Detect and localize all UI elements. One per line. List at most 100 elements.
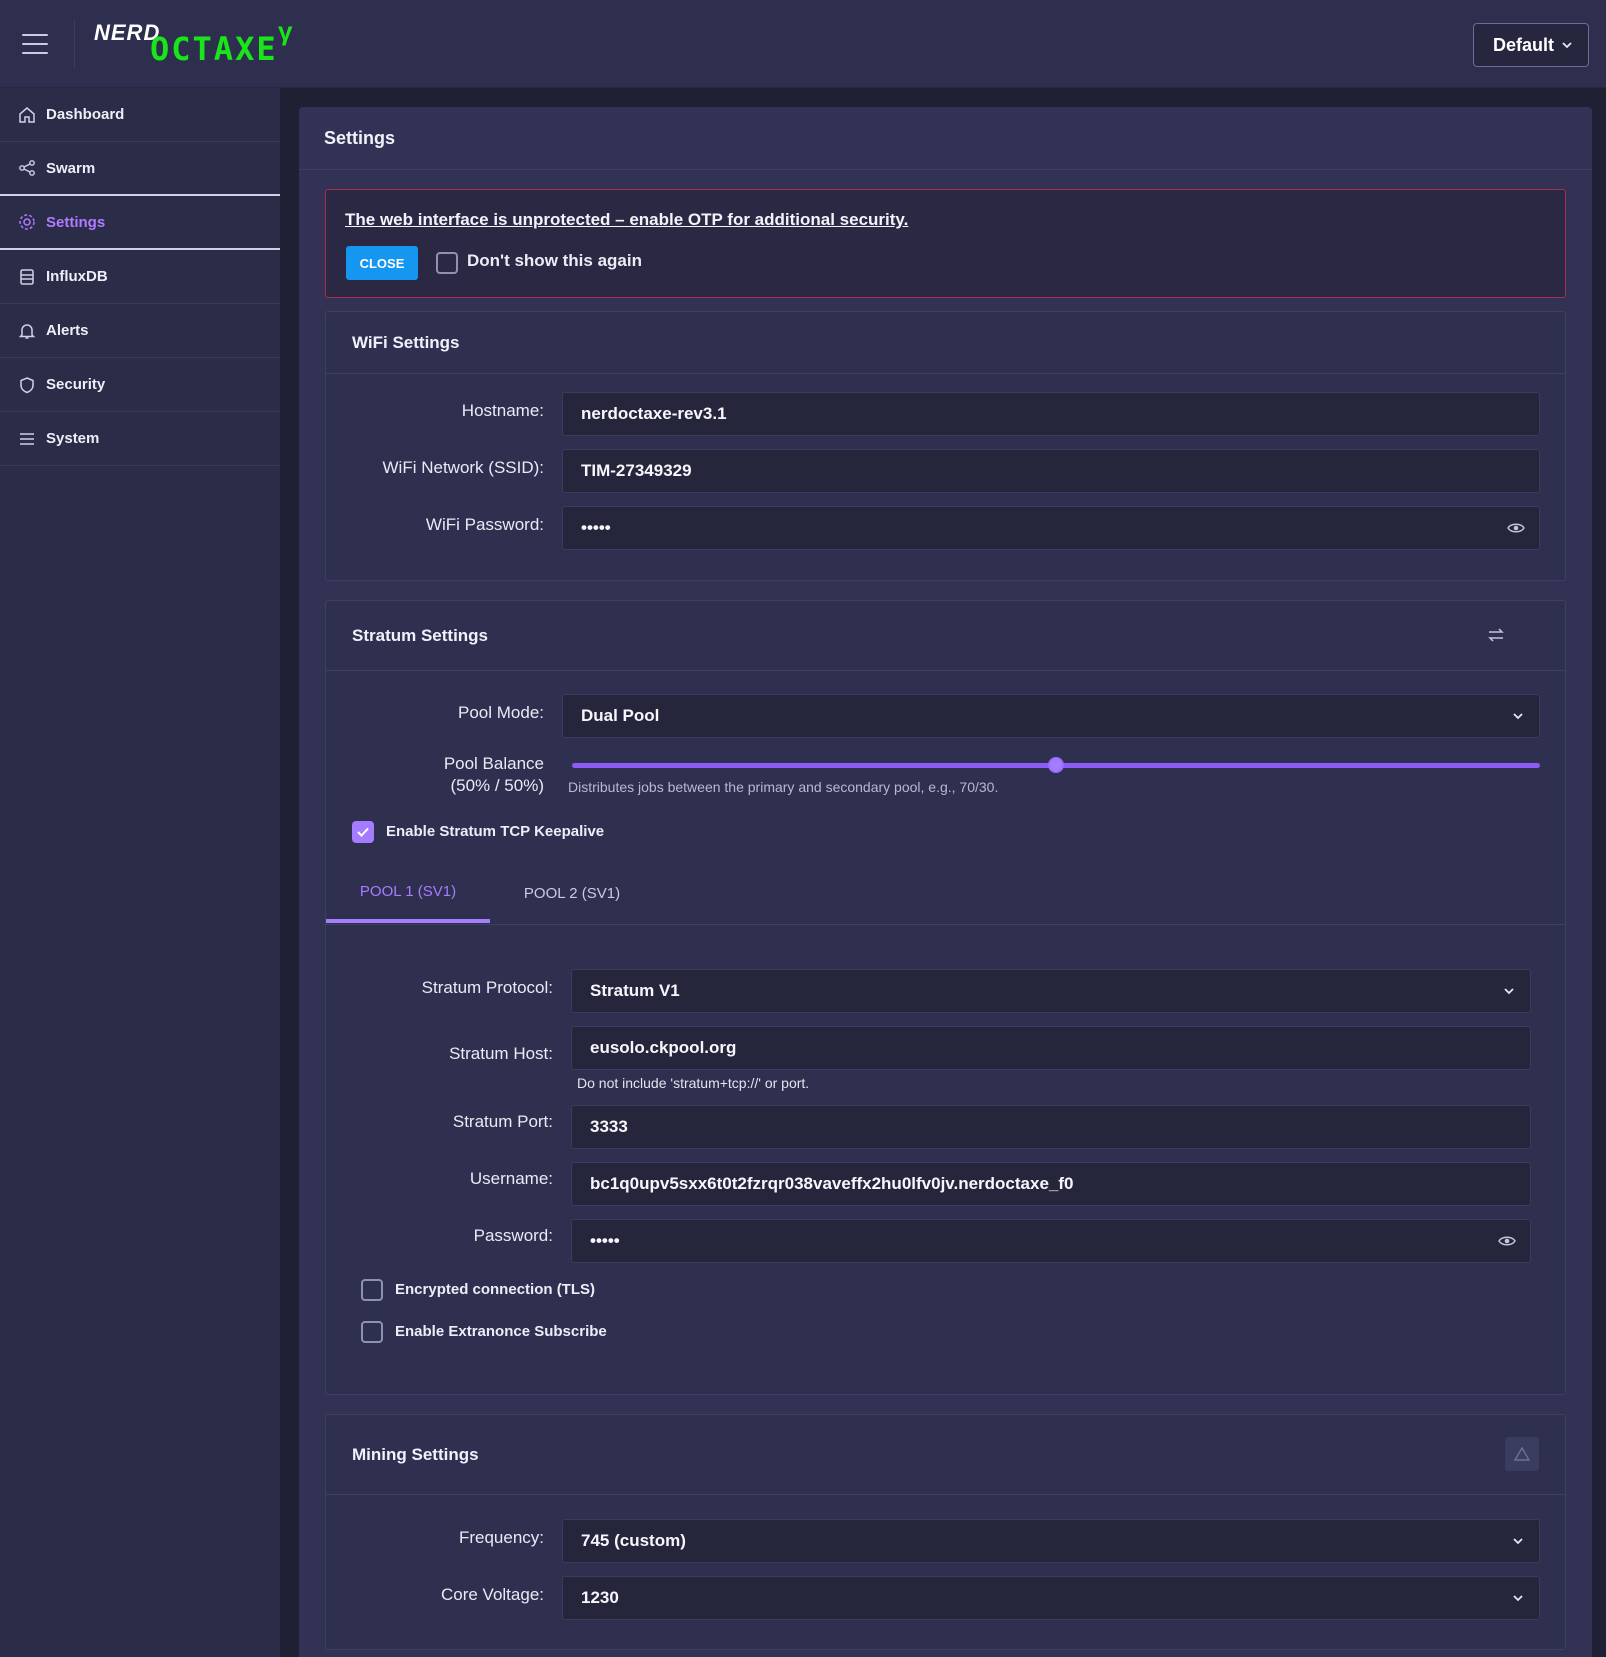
eye-icon[interactable] xyxy=(1507,520,1525,536)
sidebar-item-system[interactable]: System xyxy=(0,412,280,466)
pool-balance-help: Distributes jobs between the primary and… xyxy=(568,779,999,795)
username-label: Username: xyxy=(469,1169,553,1188)
tab-pool-2[interactable]: POOL 2 (SV1) xyxy=(490,863,654,923)
sidebar-item-label: Security xyxy=(46,376,106,393)
database-icon xyxy=(18,268,36,286)
profile-select[interactable]: Default xyxy=(1473,23,1589,67)
logo: NERD OCTAXE γ xyxy=(94,16,304,70)
sidebar: Dashboard Swarm Settings InfluxDB Alerts… xyxy=(0,88,280,1657)
hostname-input[interactable]: nerdoctaxe-rev3.1 xyxy=(562,392,1540,436)
profile-select-value: Default xyxy=(1493,34,1555,55)
protocol-value: Stratum V1 xyxy=(590,981,680,1000)
sidebar-item-alerts[interactable]: Alerts xyxy=(0,304,280,358)
stratum-password-value: ••••• xyxy=(590,1231,620,1250)
sidebar-item-label: System xyxy=(46,430,100,447)
gear-icon xyxy=(18,213,36,231)
sidebar-item-label: Settings xyxy=(46,213,106,231)
wifi-password-input[interactable]: ••••• xyxy=(562,506,1540,550)
wifi-settings-title: WiFi Settings xyxy=(326,312,1565,374)
settings-card: Settings The web interface is unprotecte… xyxy=(299,107,1592,1657)
shield-icon xyxy=(18,376,36,394)
home-icon xyxy=(18,106,36,124)
bell-icon xyxy=(18,322,36,340)
swap-icon[interactable] xyxy=(1487,627,1505,643)
otp-warning-link[interactable]: The web interface is unprotected – enabl… xyxy=(345,210,908,230)
sidebar-item-swarm[interactable]: Swarm xyxy=(0,142,280,196)
stratum-password-label: Password: xyxy=(473,1226,553,1245)
port-value: 3333 xyxy=(590,1117,628,1136)
logo-gamma: γ xyxy=(278,16,293,46)
security-alert: The web interface is unprotected – enabl… xyxy=(325,189,1566,298)
tls-label: Encrypted connection (TLS) xyxy=(395,1281,596,1298)
mining-settings-panel: Mining Settings Frequency: 745 (custom) … xyxy=(325,1414,1566,1650)
chevron-down-icon xyxy=(1513,1538,1523,1545)
port-label: Stratum Port: xyxy=(452,1112,553,1131)
warning-button[interactable] xyxy=(1505,1437,1539,1471)
core-voltage-select[interactable]: 1230 xyxy=(562,1576,1540,1620)
chevron-down-icon xyxy=(1504,988,1514,995)
hostname-label: Hostname: xyxy=(461,401,544,420)
chevron-down-icon xyxy=(1513,1595,1523,1602)
sidebar-item-label: Dashboard xyxy=(46,106,125,123)
slider-thumb[interactable] xyxy=(1048,757,1064,773)
chevron-down-icon xyxy=(1562,42,1572,49)
host-label: Stratum Host: xyxy=(449,1044,553,1063)
pool-tabs: POOL 1 (SV1) POOL 2 (SV1) xyxy=(326,863,1565,925)
core-voltage-value: 1230 xyxy=(581,1588,619,1607)
menu-icon[interactable] xyxy=(22,34,48,54)
mining-settings-title: Mining Settings xyxy=(352,1444,479,1464)
sidebar-item-label: Swarm xyxy=(46,159,96,177)
wifi-password-label: WiFi Password: xyxy=(425,515,544,534)
chevron-down-icon xyxy=(1513,713,1523,720)
protocol-select[interactable]: Stratum V1 xyxy=(571,969,1531,1013)
keepalive-checkbox[interactable] xyxy=(352,821,374,843)
pool-balance-label: Pool Balance xyxy=(443,754,544,773)
eye-icon[interactable] xyxy=(1498,1233,1516,1249)
keepalive-label: Enable Stratum TCP Keepalive xyxy=(386,823,605,840)
page-title: Settings xyxy=(299,107,1592,170)
host-help: Do not include 'stratum+tcp://' or port. xyxy=(577,1075,810,1091)
warning-icon xyxy=(1514,1447,1530,1461)
logo-octaxe: OCTAXE xyxy=(150,30,278,68)
username-input[interactable]: bc1q0upv5sxx6t0t2fzrqr038vaveffx2hu0lfv0… xyxy=(571,1162,1531,1206)
dont-show-checkbox[interactable] xyxy=(436,252,458,274)
pool-mode-label: Pool Mode: xyxy=(458,703,544,722)
topbar-divider xyxy=(74,20,75,68)
mining-settings-header: Mining Settings xyxy=(326,1415,1565,1495)
core-voltage-label: Core Voltage: xyxy=(440,1585,544,1604)
pool-mode-value: Dual Pool xyxy=(581,706,660,725)
share-icon xyxy=(18,159,36,177)
host-input[interactable]: eusolo.ckpool.org xyxy=(571,1026,1531,1070)
pool-balance-slider[interactable] xyxy=(572,756,1540,776)
sidebar-item-label: InfluxDB xyxy=(46,268,108,285)
top-bar: NERD OCTAXE γ Default xyxy=(0,0,1606,88)
ssid-value: TIM-27349329 xyxy=(581,461,692,480)
dont-show-label: Don't show this again xyxy=(467,251,642,270)
sidebar-item-dashboard[interactable]: Dashboard xyxy=(0,88,280,142)
frequency-select[interactable]: 745 (custom) xyxy=(562,1519,1540,1563)
sidebar-item-settings[interactable]: Settings xyxy=(0,196,280,250)
frequency-label: Frequency: xyxy=(458,1528,544,1547)
username-value: bc1q0upv5sxx6t0t2fzrqr038vaveffx2hu0lfv0… xyxy=(590,1174,1074,1193)
ssid-label: WiFi Network (SSID): xyxy=(382,458,545,477)
pool-balance-value: (50% / 50%) xyxy=(450,776,544,795)
wifi-password-value: ••••• xyxy=(581,518,611,537)
sidebar-item-influxdb[interactable]: InfluxDB xyxy=(0,250,280,304)
close-button[interactable]: CLOSE xyxy=(346,246,418,280)
frequency-value: 745 (custom) xyxy=(581,1531,686,1550)
check-icon xyxy=(357,827,369,837)
sidebar-item-security[interactable]: Security xyxy=(0,358,280,412)
extranonce-checkbox[interactable] xyxy=(361,1321,383,1343)
stratum-settings-panel: Stratum Settings Pool Mode: Dual Pool Po… xyxy=(325,600,1566,1395)
port-input[interactable]: 3333 xyxy=(571,1105,1531,1149)
pool-mode-select[interactable]: Dual Pool xyxy=(562,694,1540,738)
ssid-input[interactable]: TIM-27349329 xyxy=(562,449,1540,493)
tls-checkbox[interactable] xyxy=(361,1279,383,1301)
stratum-password-input[interactable]: ••••• xyxy=(571,1219,1531,1263)
sidebar-item-label: Alerts xyxy=(46,322,89,339)
extranonce-label: Enable Extranonce Subscribe xyxy=(395,1323,607,1340)
protocol-label: Stratum Protocol: xyxy=(421,978,553,997)
stratum-settings-title: Stratum Settings xyxy=(352,625,489,645)
tab-pool-1[interactable]: POOL 1 (SV1) xyxy=(326,863,490,923)
list-icon xyxy=(18,430,36,448)
